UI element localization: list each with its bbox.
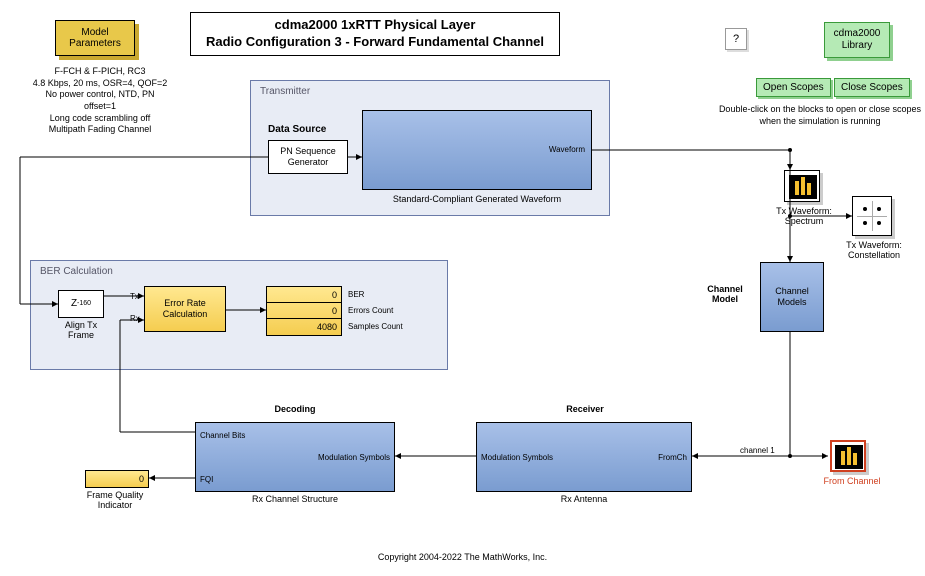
align-tx-frame-label: Align Tx Frame — [50, 320, 112, 340]
receiver-fromch-port: FromCh — [658, 453, 687, 463]
ber-display-samples: 4080 — [267, 319, 341, 335]
scopes-hint: Double-click on the blocks to open or cl… — [710, 104, 925, 127]
close-scopes-button[interactable]: Close Scopes — [834, 78, 910, 97]
model-title: cdma2000 1xRTT Physical Layer Radio Conf… — [190, 12, 560, 56]
channel-1-port: channel 1 — [740, 446, 775, 455]
decoding-channel-bits-port: Channel Bits — [200, 431, 245, 441]
model-parameters-text: F-FCH & F-PICH, RC3 4.8 Kbps, 20 ms, OSR… — [30, 66, 170, 136]
decoding-fqi-port: FQI — [200, 475, 213, 485]
ber-display-ber: 0 — [267, 287, 341, 303]
ber-display-errors: 0 — [267, 303, 341, 319]
decoding-title: Decoding — [210, 404, 380, 414]
data-source-title: Data Source — [268, 124, 326, 135]
from-channel-label: From Channel — [812, 476, 892, 486]
tx-constellation-label: Tx Waveform: Constellation — [834, 240, 914, 260]
help-button[interactable]: ? — [725, 28, 747, 50]
fqi-display-block[interactable]: 0 — [85, 470, 149, 488]
error-rate-calculation-block[interactable]: Error Rate Calculation — [144, 286, 226, 332]
channel-model-title: Channel Model — [700, 284, 750, 304]
model-parameters-label: Model Parameters — [60, 27, 130, 49]
ber-label-samples: Samples Count — [348, 322, 403, 331]
decoding-block[interactable]: Channel Bits Modulation Symbols FQI — [195, 422, 395, 492]
decoding-mod-symbols-port: Modulation Symbols — [318, 453, 390, 463]
title-line2: Radio Configuration 3 - Forward Fundamen… — [201, 34, 549, 51]
pn-sequence-generator-block[interactable]: PN Sequence Generator — [268, 140, 348, 174]
cdma2000-library-button[interactable]: cdma2000 Library — [824, 22, 890, 58]
waveform-block-label: Standard-Compliant Generated Waveform — [362, 194, 592, 204]
tx-spectrum-label: Tx Waveform: Spectrum — [764, 206, 844, 226]
tx-spectrum-scope[interactable] — [784, 170, 820, 202]
fqi-value: 0 — [86, 471, 148, 487]
channel-models-block[interactable]: Channel Models — [760, 262, 824, 332]
receiver-block[interactable]: Modulation Symbols FromCh — [476, 422, 692, 492]
erc-tx-port: Tx — [130, 292, 139, 301]
model-parameters-block[interactable]: Model Parameters — [55, 20, 135, 56]
from-channel-scope[interactable] — [830, 440, 866, 472]
transmitter-title: Transmitter — [260, 86, 310, 97]
fqi-label: Frame Quality Indicator — [70, 490, 160, 510]
ber-title: BER Calculation — [40, 266, 113, 277]
receiver-mod-symbols-port: Modulation Symbols — [481, 453, 553, 463]
copyright-text: Copyright 2004-2022 The MathWorks, Inc. — [0, 552, 925, 562]
title-line1: cdma2000 1xRTT Physical Layer — [201, 17, 549, 34]
decoding-block-label: Rx Channel Structure — [195, 494, 395, 504]
ber-label-errors: Errors Count — [348, 306, 393, 315]
waveform-block[interactable]: Waveform — [362, 110, 592, 190]
receiver-block-label: Rx Antenna — [476, 494, 692, 504]
erc-rx-port: Rx — [130, 314, 140, 323]
ber-label-ber: BER — [348, 290, 364, 299]
tx-constellation-scope[interactable] — [852, 196, 892, 236]
align-tx-frame-block[interactable]: Z-160 — [58, 290, 104, 318]
waveform-port: Waveform — [549, 145, 585, 155]
ber-display-block[interactable]: 0 0 4080 — [266, 286, 342, 336]
receiver-title: Receiver — [490, 404, 680, 414]
open-scopes-button[interactable]: Open Scopes — [756, 78, 831, 97]
